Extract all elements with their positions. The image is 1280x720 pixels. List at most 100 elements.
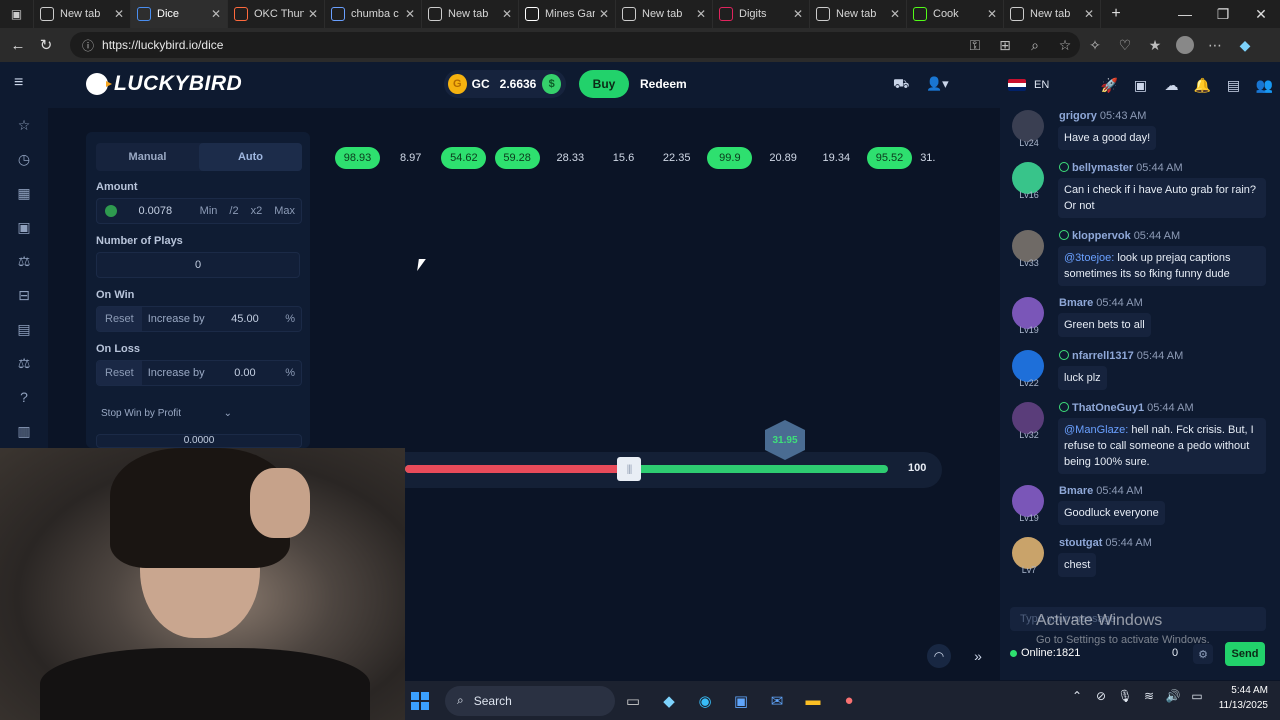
taskbar-search[interactable]: ⌕ Search — [445, 685, 615, 716]
chat-username[interactable]: nfarrell1317 05:44 AM — [1059, 350, 1183, 362]
slots-nav-icon[interactable]: ⚖ — [0, 244, 48, 278]
tab-0[interactable]: New tab ✕ — [34, 0, 131, 28]
favorites-nav-icon[interactable]: ☆ — [0, 108, 48, 142]
double-button[interactable]: x2 — [245, 205, 269, 217]
tab-9[interactable]: Cook ✕ — [907, 0, 1004, 28]
chat-settings-icon[interactable]: ⚙ — [1193, 644, 1213, 664]
chat-username[interactable]: stoutgat 05:44 AM — [1059, 537, 1152, 549]
taskbar-clock[interactable]: 5:44 AM 11/13/2025 — [1219, 683, 1268, 713]
favorite-star-icon[interactable]: ☆ — [1050, 37, 1080, 54]
promotions-nav-icon[interactable]: ▥ — [0, 414, 48, 448]
recent-nav-icon[interactable]: ◷ — [0, 142, 48, 176]
tab-10[interactable]: New tab ✕ — [1004, 0, 1101, 28]
tab-5[interactable]: Mines Gar ✕ — [519, 0, 616, 28]
rain-cloud-icon[interactable]: ☁ — [1156, 77, 1187, 94]
url-bar[interactable]: ⓘ https://luckybird.io/dice ⚿ ⊞ ⌕ ☆ — [70, 32, 1080, 58]
half-button[interactable]: /2 — [223, 205, 244, 217]
battery-icon[interactable]: ▭ — [1185, 689, 1209, 703]
chat-username[interactable]: bellymaster 05:44 AM — [1059, 162, 1183, 174]
mention-text[interactable]: @3toejoe: — [1064, 252, 1114, 264]
slider-handle[interactable]: ||| — [617, 457, 641, 481]
on-loss-input[interactable]: 0.00 — [211, 367, 280, 379]
store-taskbar-icon[interactable]: ▣ — [723, 686, 759, 716]
redeem-button[interactable]: Redeem — [640, 70, 687, 98]
on-win-reset-button[interactable]: Reset — [97, 307, 142, 331]
chevron-up-icon[interactable]: ⌃ — [1065, 689, 1089, 703]
close-tab-icon[interactable]: ✕ — [599, 7, 609, 21]
wifi-icon[interactable]: ≋ — [1137, 689, 1161, 703]
user-menu-icon[interactable]: 👤▾ — [926, 76, 949, 92]
rocket-icon[interactable]: 🚀 — [1094, 77, 1125, 94]
close-tab-icon[interactable]: ✕ — [114, 7, 124, 21]
close-tab-icon[interactable]: ✕ — [987, 7, 997, 21]
dice-slider-track[interactable] — [405, 465, 888, 473]
close-tab-icon[interactable]: ✕ — [308, 7, 318, 21]
password-key-icon[interactable]: ⚿ — [960, 37, 990, 54]
settings-more-icon[interactable]: ⋯ — [1200, 37, 1230, 54]
tab-auto[interactable]: Auto — [199, 143, 302, 171]
tab-2[interactable]: OKC Thun ✕ — [228, 0, 325, 28]
security-icon[interactable]: ⊘ — [1089, 689, 1113, 703]
maximize-button[interactable]: ❐ — [1204, 6, 1242, 23]
casino-nav-icon[interactable]: ▦ — [0, 176, 48, 210]
buy-button[interactable]: Buy — [579, 70, 629, 98]
amount-input[interactable]: 0.0078 — [117, 205, 194, 217]
back-button[interactable]: ← — [4, 31, 32, 59]
on-win-input[interactable]: 45.00 — [211, 313, 280, 325]
tab-3[interactable]: chumba c ✕ — [325, 0, 422, 28]
gift-icon[interactable]: ▤ — [1218, 77, 1249, 94]
tab-6[interactable]: New tab ✕ — [616, 0, 713, 28]
language-selector[interactable]: EN — [1034, 79, 1049, 91]
game-settings-icon[interactable]: ⛟ — [893, 76, 909, 94]
new-tab-button[interactable]: + — [1101, 0, 1131, 28]
tab-7[interactable]: Digits ✕ — [713, 0, 810, 28]
live-nav-icon[interactable]: ⊟ — [0, 278, 48, 312]
on-win-increase-button[interactable]: Increase by — [142, 313, 211, 325]
min-button[interactable]: Min — [194, 205, 224, 217]
close-tab-icon[interactable]: ✕ — [405, 7, 415, 21]
close-tab-icon[interactable]: ✕ — [502, 7, 512, 21]
chat-username[interactable]: grigory 05:43 AM — [1059, 110, 1146, 122]
volume-icon[interactable]: 🔊 — [1161, 689, 1185, 703]
browser-essentials-icon[interactable]: ♡ — [1110, 37, 1140, 54]
reload-button[interactable]: ↻ — [32, 31, 60, 59]
close-tab-icon[interactable]: ✕ — [890, 7, 900, 21]
plays-input[interactable]: 0 — [97, 259, 299, 271]
send-button[interactable]: Send — [1225, 642, 1265, 666]
tab-manual[interactable]: Manual — [96, 143, 199, 171]
tab-1[interactable]: Dice ✕ — [131, 0, 228, 28]
notifications-bell-icon[interactable]: 🔔 — [1187, 77, 1218, 94]
help-nav-icon[interactable]: ? — [0, 380, 48, 414]
wallet-icon[interactable]: ▣ — [1125, 77, 1156, 94]
vip-nav-icon[interactable]: ⚖ — [0, 346, 48, 380]
steam-taskbar-icon[interactable]: ● — [831, 686, 867, 716]
app-available-icon[interactable]: ⊞ — [990, 37, 1020, 54]
tab-actions-button[interactable]: ▣ — [0, 0, 34, 28]
start-button[interactable] — [407, 688, 433, 714]
chat-username[interactable]: ThatOneGuy1 05:44 AM — [1059, 402, 1194, 414]
tab-4[interactable]: New tab ✕ — [422, 0, 519, 28]
close-window-button[interactable]: ✕ — [1242, 6, 1280, 23]
balance-pill[interactable]: G GC 2.6636 $ — [444, 70, 566, 98]
close-tab-icon[interactable]: ✕ — [696, 7, 706, 21]
mention-text[interactable]: @ManGlaze: — [1064, 424, 1128, 436]
on-loss-reset-button[interactable]: Reset — [97, 361, 142, 385]
originals-nav-icon[interactable]: ▣ — [0, 210, 48, 244]
rewards-nav-icon[interactable]: ▤ — [0, 312, 48, 346]
on-loss-increase-button[interactable]: Increase by — [142, 367, 211, 379]
profile-avatar[interactable] — [1170, 36, 1200, 55]
chat-username[interactable]: kloppervok 05:44 AM — [1059, 230, 1180, 242]
headset-support-icon[interactable]: ◠ — [927, 644, 951, 668]
stop-win-dropdown[interactable]: Stop Win by Profit ⌄ — [96, 402, 232, 424]
copilot-taskbar-icon[interactable]: ◆ — [651, 686, 687, 716]
outlook-taskbar-icon[interactable]: ✉ — [759, 686, 795, 716]
close-tab-icon[interactable]: ✕ — [793, 7, 803, 21]
microphone-icon[interactable]: 🎙 — [1113, 689, 1137, 703]
copilot-icon[interactable]: ◆ — [1230, 37, 1260, 54]
close-tab-icon[interactable]: ✕ — [211, 7, 221, 21]
menu-toggle-icon[interactable]: ≡ — [14, 74, 23, 92]
chat-username[interactable]: Bmare 05:44 AM — [1059, 485, 1143, 497]
chat-username[interactable]: Bmare 05:44 AM — [1059, 297, 1143, 309]
minimize-button[interactable]: — — [1166, 6, 1204, 22]
stop-win-input[interactable]: 0.0000 — [97, 435, 301, 446]
